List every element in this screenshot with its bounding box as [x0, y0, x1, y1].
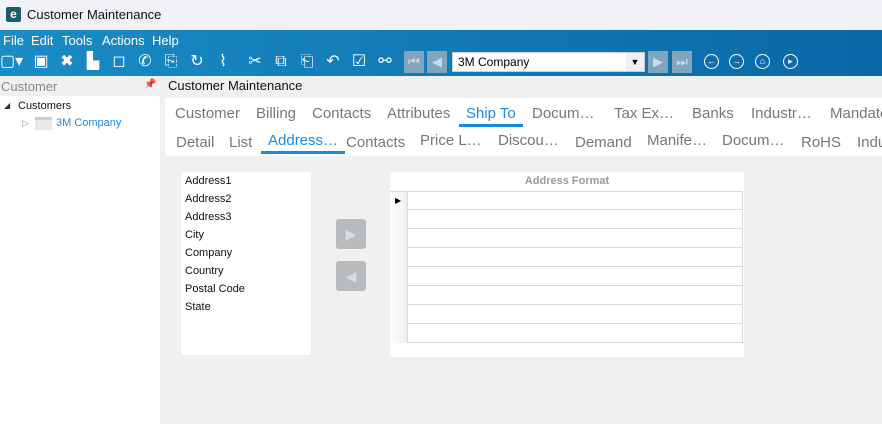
row-header: [390, 267, 408, 286]
copy-icon[interactable]: ⧉: [270, 51, 292, 73]
subtab-industry[interactable]: Indu: [857, 134, 882, 151]
table-row[interactable]: [390, 229, 743, 248]
play-icon[interactable]: ▸: [783, 54, 798, 69]
current-row-icon: ▶: [390, 192, 408, 211]
note-icon[interactable]: ◻: [108, 51, 130, 73]
pin-icon[interactable]: 📌: [144, 79, 156, 90]
table-row[interactable]: [390, 286, 743, 305]
menu-toolbar: File Edit Tools Actions Help ▢▾ ▣ ✖ ▙ ◻ …: [0, 30, 882, 76]
tree-item-3m-company[interactable]: 3M Company: [56, 117, 121, 129]
refresh-icon[interactable]: ↻: [186, 51, 208, 73]
subtab-address[interactable]: Address…: [260, 132, 346, 154]
grid-header: Address Format: [524, 175, 610, 187]
customer-tree: ◢ Customers ▷ 3M Company: [0, 96, 160, 424]
search-icon[interactable]: ⚯: [374, 51, 396, 73]
row-header: [390, 286, 408, 305]
table-row[interactable]: [390, 324, 743, 343]
clipboard-icon[interactable]: ☑: [348, 51, 370, 73]
window-title: Customer Maintenance: [27, 7, 162, 22]
clear-icon[interactable]: ⌇: [212, 51, 234, 73]
menu-actions[interactable]: Actions: [102, 33, 145, 48]
tree-root[interactable]: Customers: [18, 100, 71, 112]
collapse-icon[interactable]: ◢: [4, 101, 10, 110]
menu-help[interactable]: Help: [152, 33, 179, 48]
cut-icon[interactable]: ✂: [244, 51, 266, 73]
list-item[interactable]: City: [181, 226, 311, 244]
row-header: [390, 229, 408, 248]
tab-ship-to[interactable]: Ship To: [459, 105, 523, 127]
forward-icon[interactable]: →: [729, 54, 744, 69]
subtab-list[interactable]: List: [229, 134, 252, 151]
title-bar: e Customer Maintenance: [0, 0, 882, 30]
expand-icon[interactable]: ▷: [22, 118, 29, 129]
tab-attributes[interactable]: Attributes: [387, 105, 450, 122]
tab-strip: Customer Billing Contacts Attributes Shi…: [165, 98, 882, 156]
record-value: 3M Company: [458, 55, 530, 69]
tab-banks[interactable]: Banks: [692, 105, 734, 122]
row-header: [390, 210, 408, 229]
add-field-button[interactable]: ▶: [336, 219, 366, 249]
chevron-down-icon[interactable]: ▼: [626, 53, 644, 71]
subtab-rohs[interactable]: RoHS: [801, 134, 841, 151]
back-icon[interactable]: ←: [704, 54, 719, 69]
last-record-button[interactable]: ⏭: [672, 51, 692, 73]
row-header: [390, 324, 408, 343]
prev-record-button[interactable]: ◀: [427, 51, 447, 73]
list-item[interactable]: Postal Code: [181, 280, 311, 298]
left-panel-title: Customer: [1, 79, 58, 94]
phone-icon[interactable]: ✆: [134, 51, 156, 73]
delete-icon[interactable]: ✖: [56, 51, 78, 73]
record-select[interactable]: 3M Company ▼: [452, 52, 645, 72]
list-item[interactable]: Company: [181, 244, 311, 262]
table-row[interactable]: [390, 210, 743, 229]
table-row[interactable]: ▶: [390, 191, 743, 211]
table-row[interactable]: [390, 267, 743, 286]
list-item[interactable]: Address1: [181, 172, 311, 190]
subtab-detail[interactable]: Detail: [176, 134, 214, 151]
row-header: [390, 248, 408, 267]
address-format-grid: Address Format ▶: [390, 172, 744, 357]
subtab-price-lists[interactable]: Price L…: [420, 132, 482, 149]
subtab-contacts[interactable]: Contacts: [346, 134, 405, 151]
table-row[interactable]: [390, 248, 743, 267]
list-item[interactable]: State: [181, 298, 311, 316]
list-item[interactable]: Address3: [181, 208, 311, 226]
menu-tools[interactable]: Tools: [62, 33, 92, 48]
folder-icon: [35, 117, 52, 130]
save-icon[interactable]: ▣: [30, 51, 52, 73]
tab-tax-exempt[interactable]: Tax Ex…: [614, 105, 674, 122]
row-header: [390, 305, 408, 324]
tab-mandate[interactable]: Mandate: [830, 105, 882, 122]
print-icon[interactable]: ▙: [82, 51, 104, 73]
subtab-discounts[interactable]: Discou…: [498, 132, 559, 149]
available-fields-list[interactable]: Address1 Address2 Address3 City Company …: [181, 172, 311, 355]
tab-documents[interactable]: Docum…: [532, 105, 595, 122]
table-row[interactable]: [390, 305, 743, 324]
subtab-manifest[interactable]: Manife…: [647, 132, 707, 149]
tab-industry[interactable]: Industr…: [751, 105, 812, 122]
first-record-button[interactable]: ⏮: [404, 51, 424, 73]
next-record-button[interactable]: ▶: [648, 51, 668, 73]
new-icon[interactable]: ▢▾: [0, 51, 23, 73]
menu-file[interactable]: File: [3, 33, 24, 48]
attach-icon[interactable]: ⎘: [160, 51, 182, 73]
tab-billing[interactable]: Billing: [256, 105, 296, 122]
undo-icon[interactable]: ↶: [322, 51, 344, 73]
home-icon[interactable]: ⌂: [755, 54, 770, 69]
remove-field-button[interactable]: ◀: [336, 261, 366, 291]
list-item[interactable]: Address2: [181, 190, 311, 208]
menu-edit[interactable]: Edit: [31, 33, 53, 48]
subtab-demand[interactable]: Demand: [575, 134, 632, 151]
tab-customer[interactable]: Customer: [175, 105, 240, 122]
paste-icon[interactable]: ⎗: [296, 51, 318, 73]
subtab-documents[interactable]: Docum…: [722, 132, 785, 149]
main-title: Customer Maintenance: [168, 78, 303, 93]
list-item[interactable]: Country: [181, 262, 311, 280]
app-logo-icon: e: [6, 7, 21, 22]
tab-contacts[interactable]: Contacts: [312, 105, 371, 122]
